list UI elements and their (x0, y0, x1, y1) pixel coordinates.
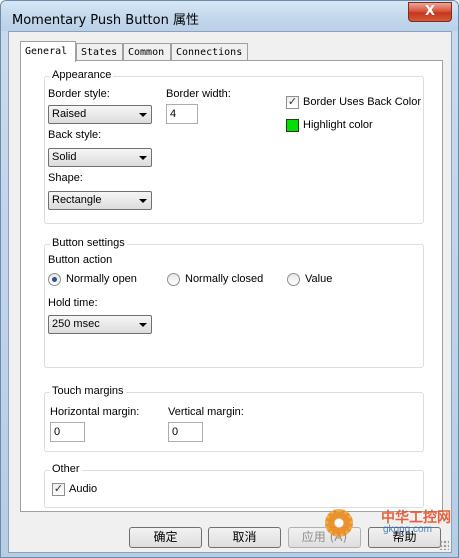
ok-button[interactable]: 确定 (129, 527, 202, 548)
button-settings-title: Button settings (50, 237, 127, 249)
border-uses-back-color-checkbox[interactable]: ✓ (286, 96, 299, 109)
back-style-value: Solid (52, 151, 77, 163)
touch-margins-title: Touch margins (50, 385, 126, 397)
tab-connections[interactable]: Connections (171, 43, 248, 61)
appearance-title: Appearance (50, 69, 114, 81)
button-action-label: Button action (48, 254, 113, 266)
horizontal-margin-field[interactable]: 0 (50, 422, 85, 442)
touch-margins-group: Touch margins Horizontal margin: 0 Verti… (44, 385, 424, 452)
close-button[interactable]: X (408, 2, 452, 22)
gear-icon (325, 509, 353, 537)
watermark-subtext: gkong.com (383, 524, 432, 535)
chevron-down-icon (139, 199, 147, 203)
window-title: Momentary Push Button 属性 (12, 13, 199, 28)
title-bar[interactable]: Momentary Push Button 属性 X (1, 1, 458, 31)
tab-common[interactable]: Common (123, 43, 171, 61)
normally-closed-label: Normally closed (185, 273, 264, 285)
tab-states[interactable]: States (76, 43, 123, 61)
back-style-dropdown[interactable]: Solid (48, 148, 152, 167)
vertical-margin-field[interactable]: 0 (168, 422, 203, 442)
border-style-label: Border style: (48, 88, 110, 100)
border-width-label: Border width: (166, 88, 231, 100)
appearance-group: Appearance Border style: Raised Border w… (44, 69, 424, 224)
watermark-logo: 中华工控网 gkong.com (323, 499, 453, 549)
back-style-label: Back style: (48, 129, 102, 141)
horizontal-margin-label: Horizontal margin: (50, 406, 140, 418)
hold-time-label: Hold time: (48, 297, 98, 309)
chevron-down-icon (139, 323, 147, 327)
audio-label: Audio (69, 483, 98, 495)
hold-time-value: 250 msec (52, 318, 100, 330)
border-style-dropdown[interactable]: Raised (48, 105, 152, 124)
normally-open-label: Normally open (66, 273, 137, 285)
border-width-field[interactable]: 4 (166, 104, 198, 124)
highlight-color-label: Highlight color (303, 119, 373, 131)
general-tab-panel: Appearance Border style: Raised Border w… (20, 60, 443, 512)
dialog-window: Momentary Push Button 属性 X General State… (0, 0, 459, 558)
button-settings-group: Button settings Button action Normally o… (44, 237, 424, 368)
shape-value: Rectangle (52, 194, 102, 206)
dialog-client-area: General States Common Connections Appear… (8, 31, 452, 553)
tab-general[interactable]: General (20, 41, 76, 62)
other-title: Other (50, 463, 82, 475)
border-uses-back-color-label: Border Uses Back Color (303, 96, 421, 108)
vertical-margin-label: Vertical margin: (168, 406, 244, 418)
audio-checkbox[interactable]: ✓ (52, 483, 65, 496)
shape-label: Shape: (48, 172, 83, 184)
shape-dropdown[interactable]: Rectangle (48, 191, 152, 210)
highlight-color-swatch[interactable] (286, 119, 299, 132)
normally-open-radio[interactable] (48, 273, 61, 286)
value-label: Value (305, 273, 333, 285)
normally-closed-radio[interactable] (167, 273, 180, 286)
hold-time-dropdown[interactable]: 250 msec (48, 315, 152, 334)
border-style-value: Raised (52, 108, 87, 120)
chevron-down-icon (139, 156, 147, 160)
chevron-down-icon (139, 113, 147, 117)
cancel-button[interactable]: 取消 (208, 527, 281, 548)
value-radio[interactable] (287, 273, 300, 286)
